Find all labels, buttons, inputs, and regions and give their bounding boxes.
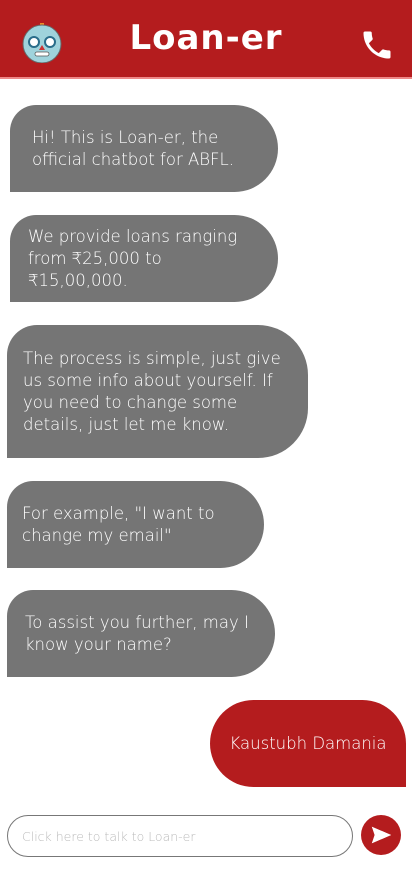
- message-text: For example, "I want to change my email": [22, 503, 215, 545]
- bot-message: The process is simple, just give us some…: [7, 325, 308, 458]
- message-text: Hi! This is Loan-er, the official chatbo…: [32, 127, 234, 169]
- message-text: We provide loans ranging from ₹25,000 to…: [28, 226, 238, 290]
- bot-message: To assist you further, may I know your n…: [7, 590, 275, 677]
- phone-icon[interactable]: [358, 27, 396, 63]
- app-title: Loan-er: [129, 18, 283, 58]
- message-text: The process is simple, just give us some…: [23, 348, 281, 434]
- send-button[interactable]: [361, 815, 401, 855]
- message-text: Kaustubh Damania: [229, 733, 387, 753]
- bot-message: For example, "I want to change my email": [7, 481, 264, 568]
- bot-message: Hi! This is Loan-er, the official chatbo…: [10, 105, 278, 192]
- message-input[interactable]: [7, 815, 353, 857]
- user-message: Kaustubh Damania: [210, 700, 406, 787]
- message-text: To assist you further, may I know your n…: [25, 612, 249, 654]
- app-header: Loan-er: [0, 0, 412, 79]
- bot-message: We provide loans ranging from ₹25,000 to…: [10, 215, 278, 302]
- send-icon: [371, 826, 392, 844]
